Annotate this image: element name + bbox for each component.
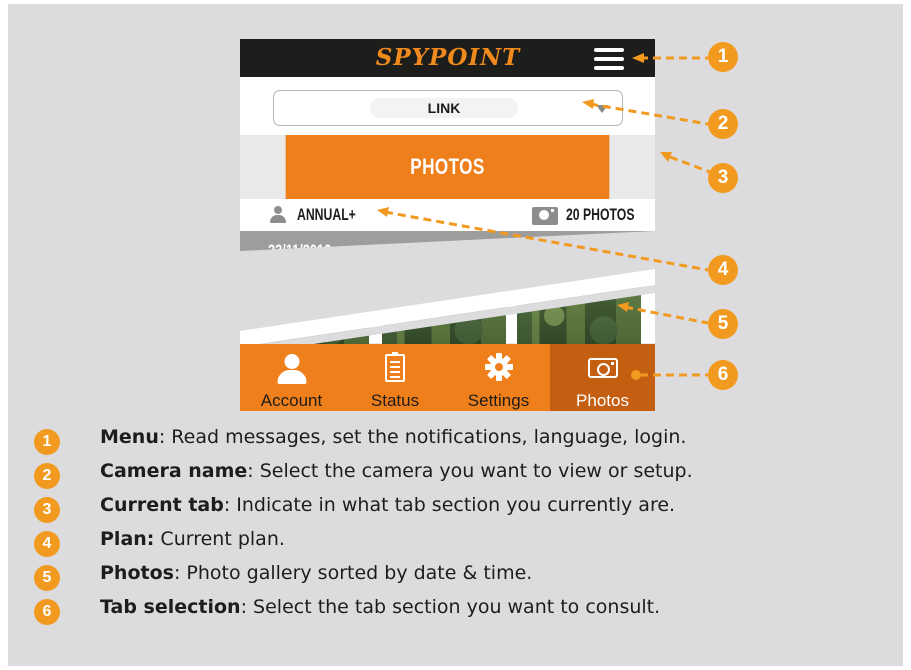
camera-name-value: LINK — [370, 98, 518, 118]
legend-desc: : Select the tab section you want to con… — [240, 596, 661, 618]
gear-icon — [484, 353, 513, 381]
camera-icon — [532, 207, 558, 225]
gallery-date: 23/11/2016 — [268, 241, 332, 260]
photo-count: 20 PHOTOS — [566, 205, 635, 224]
tab-photos[interactable]: Photos — [550, 344, 655, 411]
legend-item: 1 Menu: Read messages, set the notificat… — [34, 424, 894, 455]
legend-desc: : Photo gallery sorted by date & time. — [173, 562, 533, 584]
legend-badge: 4 — [34, 531, 60, 557]
tab-bar: Account Status Settings Photos — [240, 344, 655, 411]
camera-name-dropdown[interactable]: LINK — [273, 90, 623, 126]
callout-badge: 3 — [708, 163, 738, 193]
user-icon — [269, 206, 287, 224]
legend-term: Camera name — [100, 460, 248, 482]
legend-badge: 2 — [34, 463, 60, 489]
photo-gallery — [240, 273, 655, 359]
brand-text: SPYPOINT — [375, 44, 521, 71]
legend-desc: : Indicate in what tab section you curre… — [223, 494, 676, 516]
legend-badge: 1 — [34, 429, 60, 455]
person-icon — [276, 354, 307, 384]
app-header: SPYPOINT — [240, 39, 655, 77]
legend-item: 2 Camera name: Select the camera you wan… — [34, 458, 894, 489]
current-tab-title: PHOTOS — [285, 135, 610, 199]
callout-badge: 6 — [708, 360, 738, 390]
camera-icon — [587, 358, 618, 378]
legend-item: 4 Plan: Current plan. — [34, 526, 894, 557]
legend-term: Photos — [100, 562, 174, 584]
legend-desc: : Read messages, set the notifications, … — [158, 426, 687, 448]
legend-badge: 6 — [34, 599, 60, 625]
legend-desc: Current plan. — [154, 528, 285, 550]
tab-label: Account — [260, 391, 323, 410]
camera-selector-area: LINK — [240, 77, 655, 135]
legend-badge: 3 — [34, 497, 60, 523]
legend-term: Plan: — [100, 528, 155, 550]
plan-name: ANNUAL+ — [297, 205, 356, 224]
legend-item: 5 Photos: Photo gallery sorted by date &… — [34, 560, 894, 591]
legend-term: Tab selection — [100, 596, 241, 618]
tab-account[interactable]: Account — [240, 344, 343, 411]
tab-status[interactable]: Status — [343, 344, 447, 411]
spypoint-logo: SPYPOINT — [348, 44, 548, 72]
legend-item: 6 Tab selection: Select the tab section … — [34, 594, 894, 625]
callout-badge: 5 — [708, 309, 738, 339]
chevron-down-icon[interactable] — [596, 105, 608, 113]
callout-badge: 1 — [708, 42, 738, 72]
menu-icon[interactable] — [594, 47, 624, 71]
plan-row: ANNUAL+ 20 PHOTOS — [240, 199, 655, 231]
callout-badge: 4 — [708, 255, 738, 285]
legend-desc: : Select the camera you want to view or … — [247, 460, 693, 482]
app-screenshot: SPYPOINT LINK PHOTOS ANNUAL+ 20 PHOTOS 2… — [240, 39, 655, 411]
tab-label: Status — [370, 391, 420, 410]
legend-badge: 5 — [34, 565, 60, 591]
callout-badge: 2 — [708, 109, 738, 139]
tab-label: Settings — [467, 391, 530, 410]
tab-label: Photos — [576, 391, 629, 410]
legend-term: Current tab — [100, 494, 224, 516]
legend-term: Menu — [100, 426, 159, 448]
clipboard-icon — [385, 352, 405, 382]
legend-item: 3 Current tab: Indicate in what tab sect… — [34, 492, 894, 523]
tab-settings[interactable]: Settings — [447, 344, 550, 411]
